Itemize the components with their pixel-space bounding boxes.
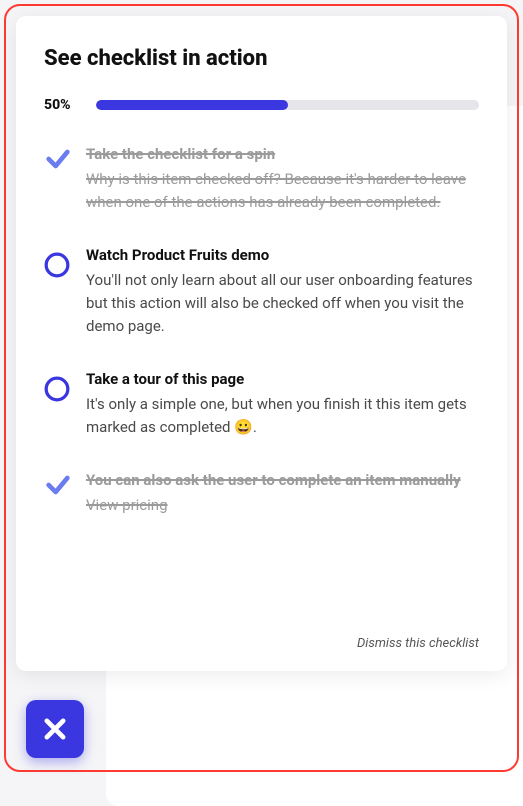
- progress-fill: [96, 100, 288, 110]
- checklist-item[interactable]: Take a tour of this page It's only a sim…: [44, 368, 479, 439]
- checklist-item[interactable]: Take the checklist for a spin Why is thi…: [44, 143, 479, 214]
- close-button[interactable]: [26, 700, 84, 758]
- progress-row: 50%: [44, 97, 479, 113]
- item-desc: You'll not only learn about all our user…: [86, 269, 479, 339]
- circle-icon: [44, 370, 72, 398]
- check-icon: [44, 145, 72, 173]
- progress-label: 50%: [44, 97, 84, 113]
- checklist-card: See checklist in action 50% Take the che…: [16, 16, 507, 671]
- item-title: Take the checklist for a spin: [86, 143, 479, 166]
- checklist-title: See checklist in action: [44, 46, 479, 71]
- item-body: Watch Product Fruits demo You'll not onl…: [86, 244, 479, 338]
- item-desc: It's only a simple one, but when you fin…: [86, 393, 479, 440]
- item-title: You can also ask the user to complete an…: [86, 469, 479, 492]
- progress-track: [96, 100, 479, 110]
- item-title: Watch Product Fruits demo: [86, 244, 479, 267]
- item-desc: View pricing: [86, 494, 479, 517]
- checklist-items: Take the checklist for a spin Why is thi…: [44, 143, 479, 517]
- item-title: Take a tour of this page: [86, 368, 479, 391]
- item-desc: Why is this item checked off? Because it…: [86, 168, 479, 215]
- close-icon: [41, 715, 69, 743]
- outer-frame: See checklist in action 50% Take the che…: [4, 4, 519, 772]
- item-body: You can also ask the user to complete an…: [86, 469, 479, 517]
- check-icon: [44, 471, 72, 499]
- circle-icon: [44, 246, 72, 274]
- checklist-item[interactable]: You can also ask the user to complete an…: [44, 469, 479, 517]
- dismiss-link[interactable]: Dismiss this checklist: [357, 636, 479, 651]
- item-body: Take the checklist for a spin Why is thi…: [86, 143, 479, 214]
- item-body: Take a tour of this page It's only a sim…: [86, 368, 479, 439]
- checklist-item[interactable]: Watch Product Fruits demo You'll not onl…: [44, 244, 479, 338]
